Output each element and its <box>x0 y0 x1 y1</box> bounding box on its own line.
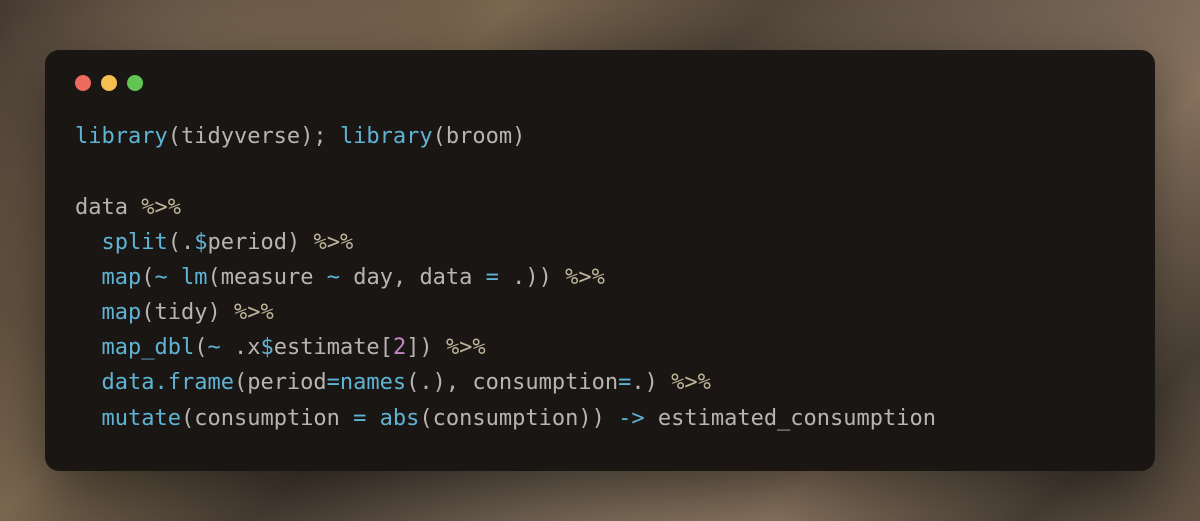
code-token <box>75 406 102 431</box>
code-token: ~ <box>327 265 340 290</box>
code-token: ); <box>300 124 340 149</box>
code-line: map(tidy) %>% <box>75 295 1125 330</box>
code-token: . <box>181 230 194 255</box>
code-token <box>366 406 379 431</box>
code-token: ( <box>141 265 154 290</box>
code-line: split(.$period) %>% <box>75 225 1125 260</box>
code-token: estimated_consumption <box>645 406 936 431</box>
code-token: library <box>340 124 433 149</box>
code-token <box>75 370 102 395</box>
code-token: %>% <box>671 370 711 395</box>
code-token: $ <box>194 230 207 255</box>
code-token <box>168 265 181 290</box>
code-token: lm <box>181 265 208 290</box>
maximize-icon[interactable] <box>127 75 143 91</box>
code-token: (consumption <box>181 406 353 431</box>
code-line: map_dbl(~ .x$estimate[2]) %>% <box>75 330 1125 365</box>
code-token: %>% <box>313 230 353 255</box>
code-token: = <box>327 370 340 395</box>
code-window: library(tidyverse); library(broom) data … <box>45 50 1155 471</box>
code-token: map <box>102 265 142 290</box>
code-token: ( <box>433 124 446 149</box>
close-icon[interactable] <box>75 75 91 91</box>
code-token: %>% <box>234 300 274 325</box>
code-token: (.), consumption <box>406 370 618 395</box>
code-token: data <box>75 195 141 220</box>
code-token: = <box>618 370 631 395</box>
code-token: .)) <box>499 265 565 290</box>
code-line: library(tidyverse); library(broom) <box>75 119 1125 154</box>
code-token: (consumption)) <box>419 406 618 431</box>
code-token: map_dbl <box>102 335 195 360</box>
code-token: abs <box>380 406 420 431</box>
code-token: estimate[ <box>274 335 393 360</box>
code-token: broom <box>446 124 512 149</box>
code-token: = <box>486 265 499 290</box>
code-token: ]) <box>406 335 446 360</box>
code-line: data %>% <box>75 190 1125 225</box>
code-token: = <box>353 406 366 431</box>
code-token: $ <box>260 335 273 360</box>
code-line <box>75 154 1125 189</box>
code-token: .) <box>631 370 671 395</box>
code-token: (period <box>234 370 327 395</box>
code-token: %>% <box>141 195 181 220</box>
code-line: data.frame(period=names(.), consumption=… <box>75 365 1125 400</box>
code-token: ~ <box>155 265 168 290</box>
code-token: ~ <box>207 335 220 360</box>
code-token: split <box>102 230 168 255</box>
code-token: %>% <box>446 335 486 360</box>
window-controls <box>75 75 1125 91</box>
code-token <box>75 230 102 255</box>
code-token: library <box>75 124 168 149</box>
code-token: data.frame <box>102 370 234 395</box>
code-token <box>75 265 102 290</box>
code-token <box>75 335 102 360</box>
code-token: day, data <box>340 265 486 290</box>
code-token: ) <box>512 124 525 149</box>
code-token: map <box>102 300 142 325</box>
code-line: map(~ lm(measure ~ day, data = .)) %>% <box>75 260 1125 295</box>
code-token: period <box>207 230 286 255</box>
code-token: 2 <box>393 335 406 360</box>
code-token: ) <box>287 230 314 255</box>
code-token: tidyverse <box>181 124 300 149</box>
code-token: ( <box>168 124 181 149</box>
code-token: (tidy) <box>141 300 234 325</box>
code-token: names <box>340 370 406 395</box>
code-token: %>% <box>565 265 605 290</box>
code-token: ( <box>168 230 181 255</box>
code-token: .x <box>221 335 261 360</box>
code-token: ( <box>194 335 207 360</box>
code-token: (measure <box>208 265 327 290</box>
minimize-icon[interactable] <box>101 75 117 91</box>
code-token: mutate <box>102 406 181 431</box>
code-block: library(tidyverse); library(broom) data … <box>75 119 1125 436</box>
code-line: mutate(consumption = abs(consumption)) -… <box>75 401 1125 436</box>
code-token: -> <box>618 406 645 431</box>
code-token <box>75 300 102 325</box>
